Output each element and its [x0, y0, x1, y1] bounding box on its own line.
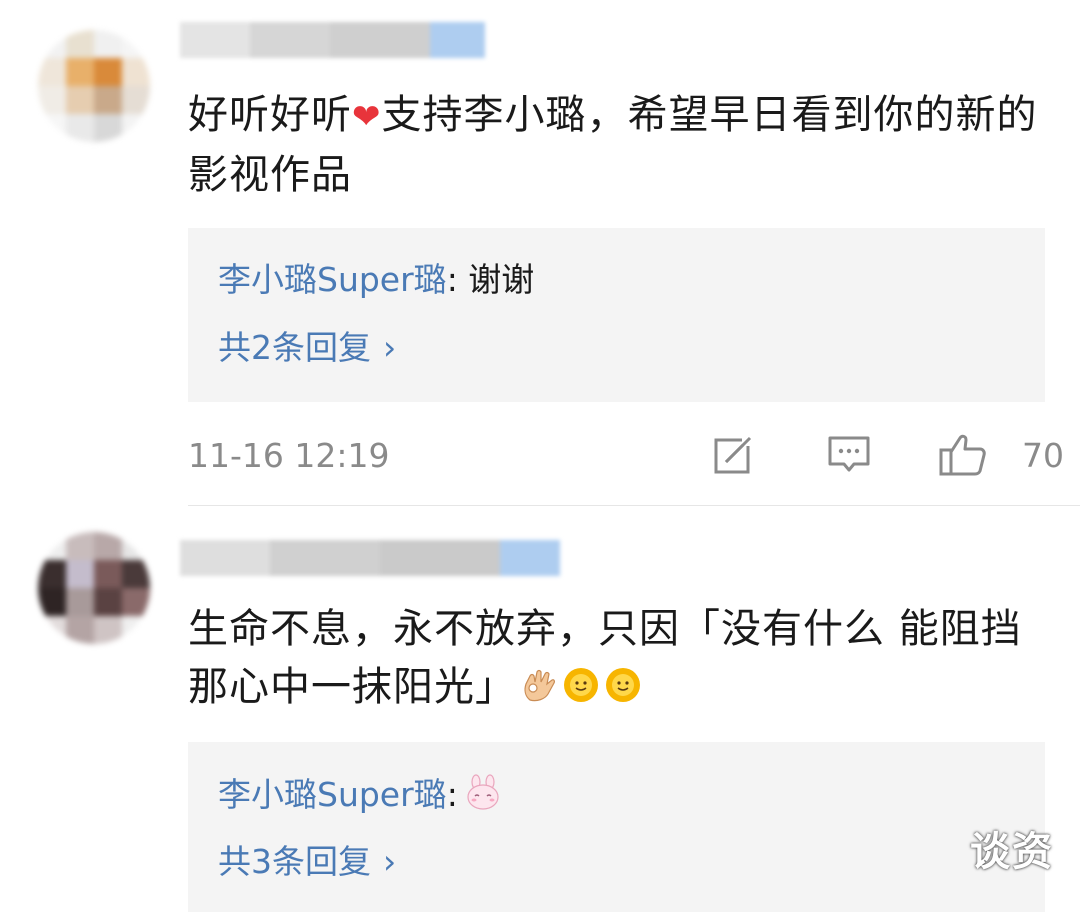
chevron-right-icon: › [383, 328, 397, 367]
more-replies-label: 共3条回复 [218, 842, 371, 881]
username[interactable] [180, 540, 580, 580]
ok-hand-emoji [524, 669, 555, 702]
reply-preview: 李小璐Super璐: [218, 774, 502, 815]
avatar[interactable] [38, 30, 150, 142]
comment-item: 好听好听❤支持李小璐，希望早日看到你的新的影视作品 李小璐Super璐: 谢谢 … [0, 0, 1080, 505]
comment-text-part: 好听好听 [188, 92, 352, 138]
comment-button[interactable] [826, 432, 872, 480]
reply-preview-box[interactable]: 李小璐Super璐: 共3条回复 › [188, 742, 1045, 912]
like-button[interactable] [938, 432, 988, 482]
comment-text: 生命不息，永不放弃，只因「没有什么 能阻挡那心中一抹阳光」 [188, 600, 1058, 716]
repost-button[interactable] [712, 432, 756, 480]
comment-icon [828, 436, 870, 472]
comment-text: 好听好听❤支持李小璐，希望早日看到你的新的影视作品 [188, 86, 1058, 204]
view-more-replies-link[interactable]: 共3条回复 › [218, 842, 396, 882]
reply-author-link[interactable]: 李小璐Super璐 [218, 260, 447, 299]
reply-text: 谢谢 [468, 260, 535, 299]
watermark: 谈资 [970, 829, 1054, 875]
bunny-emoji [467, 774, 499, 810]
sunflower-emoji [606, 668, 640, 702]
sunflower-emoji [564, 668, 598, 702]
comment-meta-bar: 11-16 12:19 70 [188, 432, 1064, 482]
reply-separator: : [446, 260, 469, 299]
reply-preview: 李小璐Super璐: 谢谢 [218, 260, 534, 300]
heart-emoji: ❤ [352, 97, 382, 137]
reply-preview-box[interactable]: 李小璐Super璐: 谢谢 共2条回复 › [188, 228, 1045, 402]
view-more-replies-link[interactable]: 共2条回复 › [218, 328, 396, 368]
thumbs-up-icon [939, 434, 986, 476]
reply-separator: : [446, 775, 458, 814]
username[interactable] [180, 22, 510, 62]
chevron-right-icon: › [383, 842, 397, 881]
avatar[interactable] [38, 532, 150, 644]
timestamp: 11-16 12:19 [188, 436, 390, 475]
reply-author-link[interactable]: 李小璐Super璐 [218, 775, 447, 814]
like-count: 70 [1022, 436, 1064, 475]
repost-icon [714, 434, 754, 474]
more-replies-label: 共2条回复 [218, 328, 371, 367]
comment-item: 生命不息，永不放弃，只因「没有什么 能阻挡那心中一抹阳光」 李小璐Super璐: [0, 506, 1080, 912]
